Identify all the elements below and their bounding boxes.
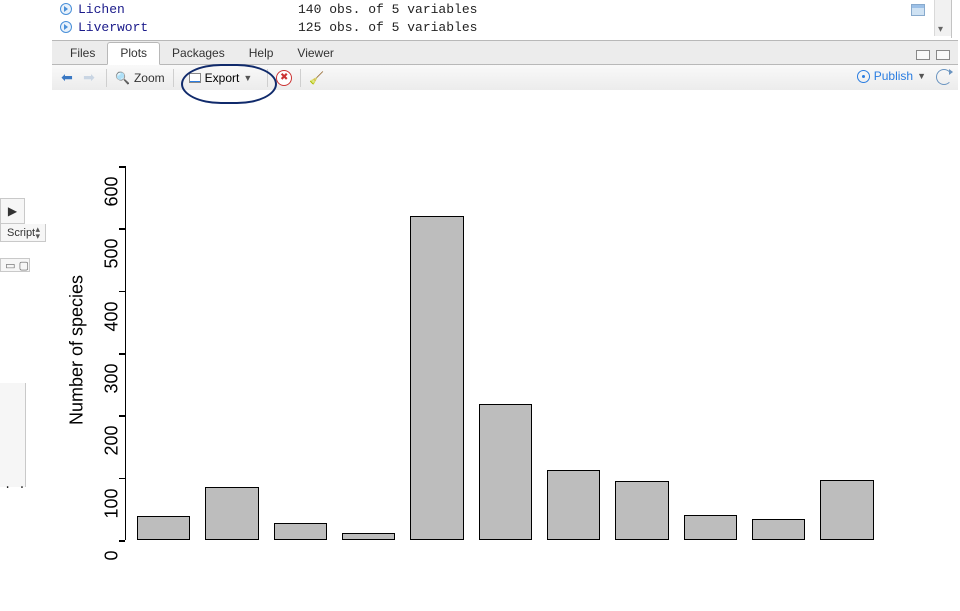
toolbar-separator [267,69,268,87]
env-name: Lichen [78,2,298,17]
y-tick-label: 500 [102,239,123,299]
env-row[interactable]: Lichen 140 obs. of 5 variables [52,0,951,18]
play-icon: ▶ [8,204,17,218]
left-pane-scrollbar[interactable] [0,383,26,487]
toolbar-separator [106,69,107,87]
bar [137,516,190,540]
remove-plot-button[interactable]: ✖ [276,70,292,86]
env-desc: 140 obs. of 5 variables [298,2,477,17]
y-tick-label: 200 [102,426,123,486]
env-name: Liverwort [78,20,298,35]
y-tick-label: 0 [102,551,123,611]
dataframe-icon [60,21,72,33]
bar [410,216,463,540]
y-tick-label: 300 [102,364,123,424]
plots-toolbar: ⬅ ➡ Zoom Export ▼ ✖ Publish ▼ [52,65,958,91]
plot-next-button[interactable]: ➡ [80,69,98,87]
bar [274,523,327,540]
dataframe-icon [60,3,72,15]
export-icon [189,73,201,83]
export-button[interactable]: Export ▼ [182,68,260,88]
tab-help[interactable]: Help [237,43,286,64]
zoom-icon [115,71,130,85]
bar [684,515,737,540]
env-scrollbar[interactable] [934,0,951,36]
toolbar-separator [173,69,174,87]
chevron-down-icon: ▼ [917,71,926,81]
y-tick-label: 100 [102,488,123,548]
pane-minimize-icon[interactable] [916,50,930,60]
bar [205,487,258,540]
spreadsheet-icon[interactable] [911,4,925,16]
publish-icon [857,70,870,83]
publish-button[interactable]: Publish ▼ [857,69,926,83]
plot-area: Number of species 0100200300400500600 [52,90,958,540]
chart-box [125,166,945,540]
environment-pane: Lichen 140 obs. of 5 variables Liverwort… [52,0,952,38]
tab-viewer[interactable]: Viewer [285,43,345,64]
env-row[interactable]: Liverwort 125 obs. of 5 variables [52,18,951,36]
env-desc: 125 obs. of 5 variables [298,20,477,35]
zoom-button[interactable]: Zoom [115,71,165,85]
pane-maximize-icon[interactable] [936,50,950,60]
tab-packages[interactable]: Packages [160,43,237,64]
left-pane-winmin-icon[interactable]: ▭ ▢ [0,258,30,272]
bar [752,519,805,540]
tab-files[interactable]: Files [58,43,107,64]
console-prompt-dots: . . [4,478,26,492]
left-pane-script-label[interactable]: Script ▴▾ [0,224,46,242]
chevron-down-icon: ▼ [243,73,252,83]
toolbar-separator [300,69,301,87]
bar [547,470,600,540]
plot-prev-button[interactable]: ⬅ [58,69,76,87]
pane-tabs: Files Plots Packages Help Viewer [52,41,958,65]
bar [342,533,395,540]
bar [479,404,532,540]
left-pane-play[interactable]: ▶ [0,198,25,224]
bar [615,481,668,540]
y-tick-label: 400 [102,301,123,361]
clear-plots-button[interactable] [309,71,324,85]
updown-icon: ▴▾ [35,226,39,240]
tab-plots[interactable]: Plots [107,42,160,65]
bar [820,480,873,540]
refresh-button[interactable] [936,69,952,85]
pane-window-controls [916,50,950,60]
y-tick-label: 600 [102,177,123,237]
